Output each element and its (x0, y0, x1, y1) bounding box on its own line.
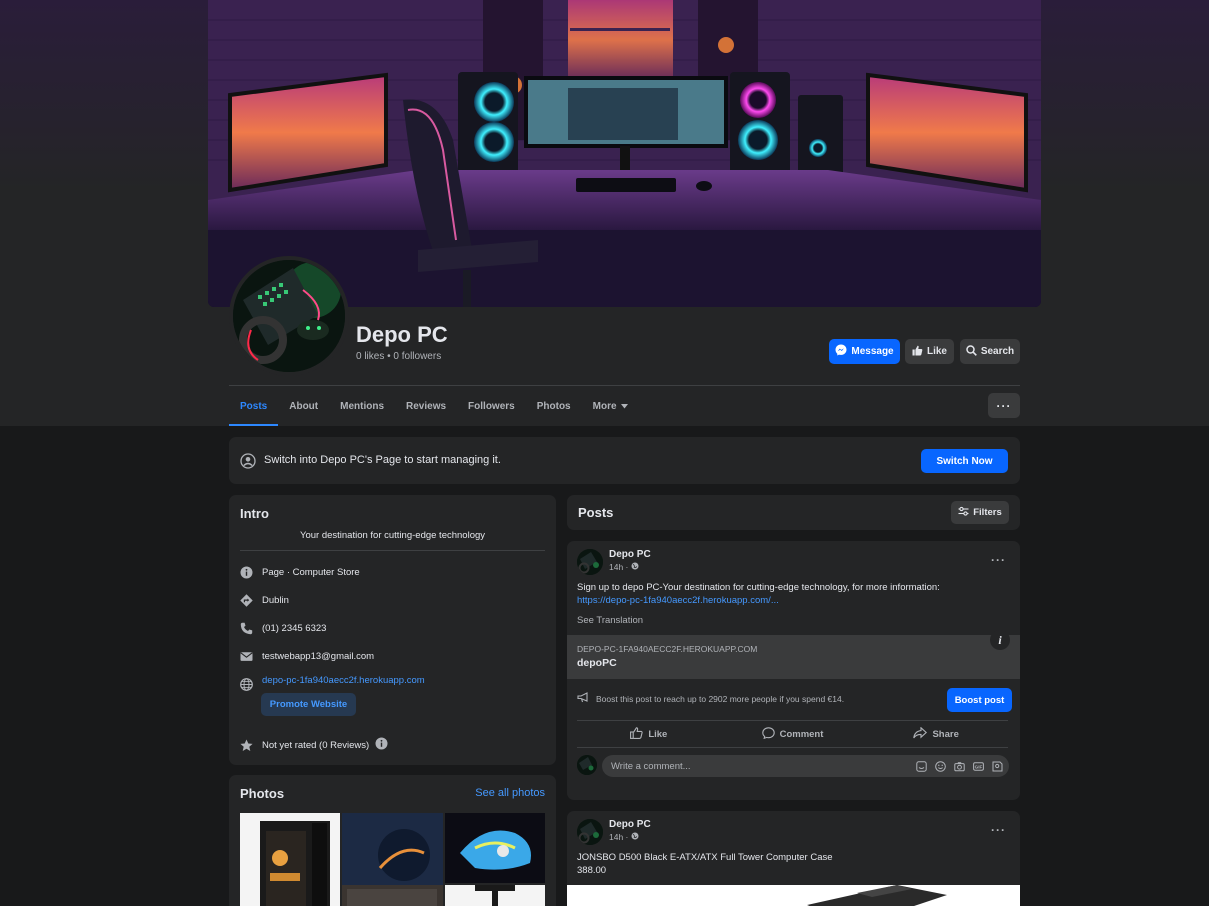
page-stats: 0 likes • 0 followers (356, 351, 442, 362)
comment-tools: GIF (915, 760, 1003, 772)
messenger-icon (835, 344, 847, 359)
share-arrow-icon (913, 726, 928, 742)
post-card: Depo PC 14h · ··· Sign up to depo PC-You… (567, 541, 1020, 800)
tab-about[interactable]: About (278, 386, 329, 426)
camera-icon[interactable] (953, 760, 965, 772)
filters-button-label: Filters (973, 507, 1002, 518)
sticker-icon[interactable] (915, 760, 927, 772)
svg-text:GIF: GIF (974, 764, 982, 769)
see-translation-link[interactable]: See Translation (577, 615, 643, 626)
megaphone-icon (577, 692, 590, 705)
post-link[interactable]: https://depo-pc-1fa940aecc2f.herokuapp.c… (577, 594, 1007, 607)
rating-info-icon[interactable] (375, 737, 388, 753)
post-timestamp[interactable]: 14h · (609, 562, 639, 572)
directions-icon (240, 594, 253, 607)
photo-thumbnail[interactable] (342, 813, 443, 906)
intro-email: testwebapp13@gmail.com (240, 650, 374, 663)
tab-more[interactable]: More (582, 386, 639, 426)
boost-message: Boost this post to reach up to 2902 more… (577, 692, 844, 705)
post-author-avatar[interactable] (577, 549, 603, 575)
page-more-options-button[interactable]: ··· (988, 393, 1020, 418)
post-card: Depo PC 14h · ··· JONSBO D500 Black E-AT… (567, 811, 1020, 906)
public-globe-icon (631, 832, 639, 842)
phone-icon (240, 622, 253, 635)
posts-header: Posts Filters (567, 495, 1020, 530)
message-button-label: Message (851, 346, 894, 357)
photo-thumbnail[interactable] (240, 813, 340, 906)
see-all-photos-link[interactable]: See all photos (475, 787, 545, 799)
post-text: JONSBO D500 Black E-ATX/ATX Full Tower C… (577, 852, 833, 876)
photo-thumbnail[interactable] (445, 813, 545, 883)
like-page-button-label: Like (926, 346, 947, 357)
page-avatar[interactable] (229, 256, 349, 376)
tab-photos[interactable]: Photos (526, 386, 582, 426)
commenter-avatar[interactable] (577, 755, 597, 775)
switch-now-button[interactable]: Switch Now (921, 449, 1008, 473)
comment-bubble-icon (761, 726, 775, 742)
switch-profile-icon (240, 453, 256, 472)
post-actions: Like Comment Share (577, 723, 1008, 745)
post-options-button[interactable]: ··· (991, 823, 1006, 837)
tab-followers[interactable]: Followers (457, 386, 526, 426)
intro-bio: Your destination for cutting-edge techno… (299, 530, 486, 541)
search-page-button-label: Search (980, 346, 1015, 357)
link-preview-domain: DEPO-PC-1FA940AECC2F.HEROKUAPP.COM (577, 644, 758, 654)
posts-title: Posts (578, 505, 614, 520)
tab-reviews[interactable]: Reviews (395, 386, 457, 426)
post-author-name[interactable]: Depo PC (609, 819, 651, 830)
info-icon (240, 566, 253, 579)
message-button[interactable]: Message (829, 339, 900, 364)
switch-page-text: Switch into Depo PC's Page to start mana… (264, 454, 501, 466)
post-timestamp[interactable]: 14h · (609, 832, 639, 842)
website-link[interactable]: depo-pc-1fa940aecc2f.herokuapp.com (262, 675, 425, 686)
share-button[interactable]: Share (864, 723, 1008, 745)
thumbs-up-icon (912, 345, 923, 359)
comment-button[interactable]: Comment (721, 723, 865, 745)
search-page-button[interactable]: Search (960, 339, 1020, 364)
avatar-sticker-icon[interactable] (991, 760, 1003, 772)
tab-mentions[interactable]: Mentions (329, 386, 395, 426)
intro-phone: (01) 2345 6323 (240, 622, 326, 635)
promote-website-button[interactable]: Promote Website (261, 693, 356, 716)
boost-post-button[interactable]: Boost post (947, 688, 1012, 712)
post-author-name[interactable]: Depo PC (609, 549, 651, 560)
thumbs-up-outline-icon (630, 726, 643, 742)
photos-title: Photos (240, 786, 285, 801)
public-globe-icon (631, 562, 639, 572)
post-options-button[interactable]: ··· (991, 553, 1006, 567)
link-preview-title: depoPC (577, 657, 617, 669)
intro-title: Intro (240, 506, 269, 521)
photo-thumbnail[interactable] (445, 885, 545, 906)
intro-card: Intro Your destination for cutting-edge … (229, 495, 556, 765)
search-icon (966, 344, 977, 359)
post-text: Sign up to depo PC-Your destination for … (577, 581, 1007, 607)
post-divider (577, 747, 1008, 748)
star-icon (240, 739, 253, 752)
post-image[interactable] (567, 885, 1020, 906)
page-title: Depo PC (356, 322, 448, 347)
filter-sliders-icon (958, 506, 969, 519)
switch-page-banner: Switch into Depo PC's Page to start mana… (229, 437, 1020, 484)
intro-divider (240, 550, 545, 551)
post-divider (577, 720, 1008, 721)
tab-posts[interactable]: Posts (229, 386, 279, 426)
like-page-button[interactable]: Like (905, 339, 954, 364)
photos-card: Photos See all photos (229, 775, 556, 906)
link-info-icon[interactable]: i (990, 630, 1010, 650)
globe-icon (240, 678, 253, 691)
intro-rating: Not yet rated (0 Reviews) (240, 737, 388, 753)
filters-button[interactable]: Filters (951, 501, 1009, 524)
gif-icon[interactable]: GIF (972, 760, 984, 772)
caret-down-icon (620, 401, 628, 412)
intro-category: Page · Computer Store (240, 566, 360, 579)
like-post-button[interactable]: Like (577, 723, 721, 745)
link-preview[interactable]: DEPO-PC-1FA940AECC2F.HEROKUAPP.COM depoP… (567, 635, 1020, 679)
envelope-icon (240, 650, 253, 663)
post-author-avatar[interactable] (577, 819, 603, 845)
cover-photo[interactable] (208, 0, 1041, 307)
intro-location: Dublin (240, 594, 289, 607)
emoji-icon[interactable] (934, 760, 946, 772)
page-tabs: Posts About Mentions Reviews Followers P… (229, 386, 639, 426)
intro-website: depo-pc-1fa940aecc2f.herokuapp.com (240, 675, 425, 691)
